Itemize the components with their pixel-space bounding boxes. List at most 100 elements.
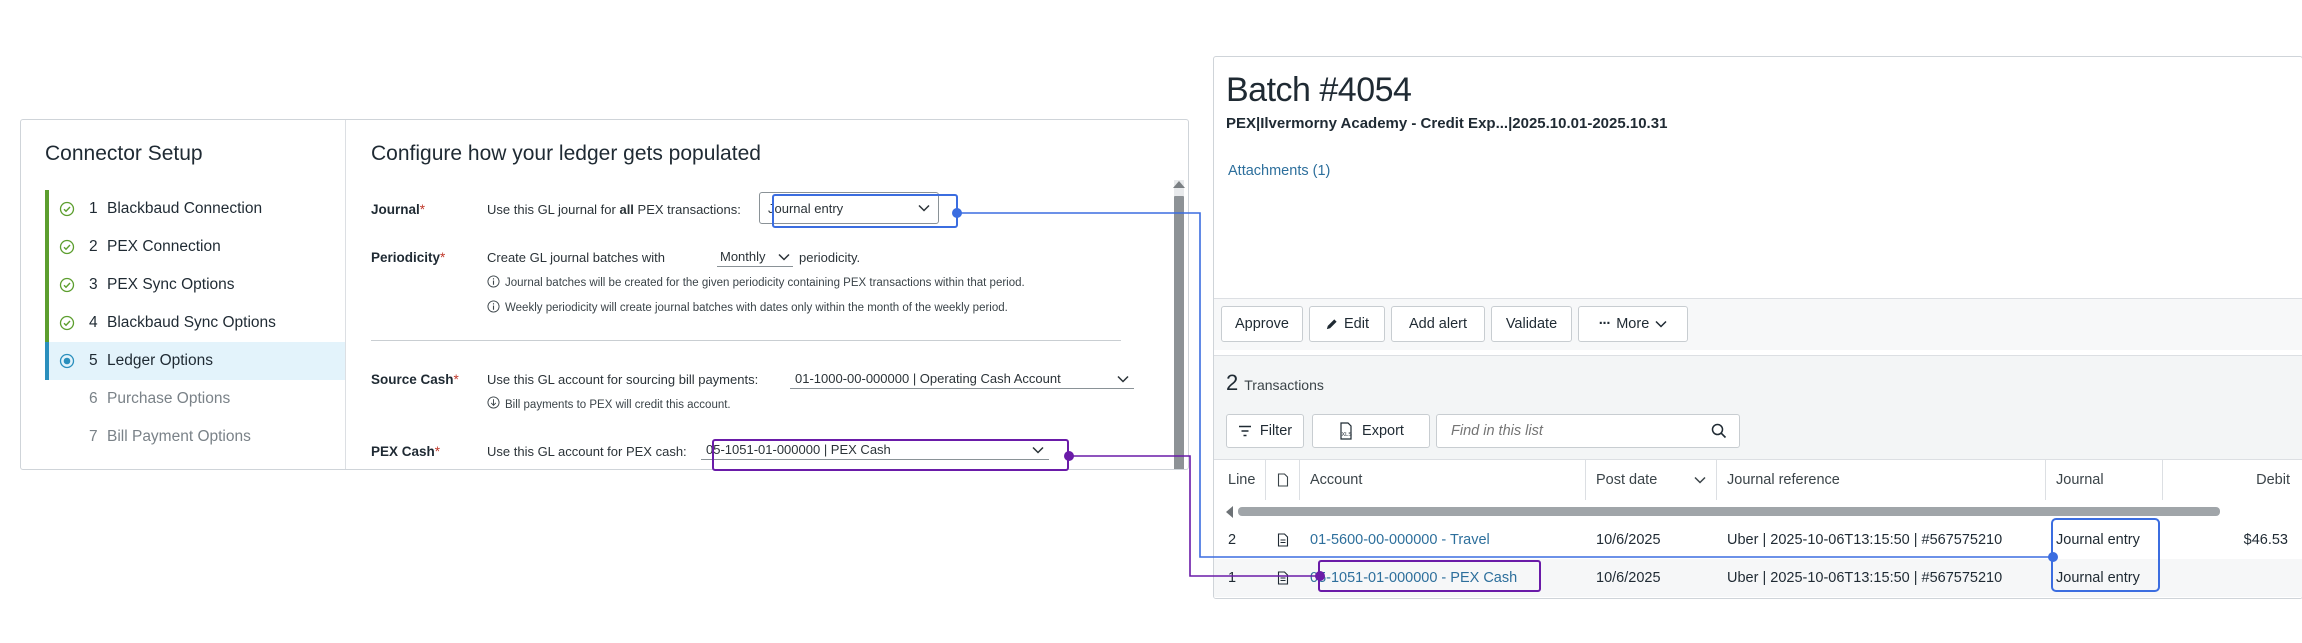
check-circle-icon bbox=[59, 315, 75, 331]
source-cash-label: Source Cash* bbox=[371, 372, 459, 387]
pencil-icon bbox=[1326, 318, 1337, 329]
step-number: 7 bbox=[89, 428, 98, 445]
validate-button[interactable]: Validate bbox=[1491, 306, 1572, 342]
batch-toolbar: Approve Edit Add alert Validate ··· More bbox=[1214, 298, 2302, 350]
transactions-section: 2 Transactions Filter XLS Export Line Ac… bbox=[1214, 355, 2302, 598]
document-icon[interactable] bbox=[1277, 559, 1289, 597]
post-date-label: Post date bbox=[1596, 472, 1658, 488]
step-purchase-options[interactable]: 6 Purchase Options bbox=[45, 380, 345, 418]
info-icon bbox=[487, 300, 500, 313]
sidebar-title: Connector Setup bbox=[45, 142, 203, 165]
periodicity-select[interactable]: Monthly bbox=[717, 247, 793, 267]
approve-button[interactable]: Approve bbox=[1221, 306, 1303, 342]
col-header-account[interactable]: Account bbox=[1300, 460, 1586, 500]
periodicity-note-1: Journal batches will be created for the … bbox=[505, 277, 1025, 289]
export-button-label: Export bbox=[1362, 423, 1404, 439]
more-button-label: More bbox=[1616, 316, 1650, 332]
step-pex-sync-options[interactable]: 3 PEX Sync Options bbox=[45, 266, 345, 304]
transactions-header: 2 Transactions bbox=[1226, 370, 1324, 396]
step-pex-connection[interactable]: 2 PEX Connection bbox=[45, 228, 345, 266]
source-cash-note: Bill payments to PEX will credit this ac… bbox=[505, 399, 731, 411]
section-divider bbox=[371, 340, 1121, 341]
col-header-post-date[interactable]: Post date bbox=[1586, 460, 1717, 500]
cell-post-date: 10/6/2025 bbox=[1596, 532, 1661, 548]
radio-selected-icon bbox=[59, 353, 75, 369]
col-header-attachment[interactable] bbox=[1266, 460, 1300, 500]
ledger-options-form: Configure how your ledger gets populated… bbox=[347, 120, 1188, 469]
check-circle-icon bbox=[59, 201, 75, 217]
batch-title: Batch #4054 bbox=[1226, 71, 1412, 109]
step-blackbaud-sync-options[interactable]: 4 Blackbaud Sync Options bbox=[45, 304, 345, 342]
cell-journal: Journal entry bbox=[2056, 570, 2140, 586]
table-row[interactable]: 1 05-1051-01-000000 - PEX Cash 10/6/2025… bbox=[1214, 559, 2302, 597]
periodicity-label: Periodicity* bbox=[371, 250, 446, 265]
step-number: 1 bbox=[89, 200, 98, 217]
cell-journal-reference: Uber | 2025-10-06T13:15:50 | #567575210 bbox=[1727, 532, 2003, 548]
batch-subtitle: PEX|Ilvermorny Academy - Credit Exp...|2… bbox=[1226, 115, 1668, 132]
chevron-down-icon bbox=[1694, 476, 1706, 484]
cell-account-link[interactable]: 05-1051-01-000000 - PEX Cash bbox=[1310, 559, 1517, 597]
add-alert-button[interactable]: Add alert bbox=[1391, 306, 1485, 342]
ellipsis-icon: ··· bbox=[1598, 316, 1611, 332]
step-label: Blackbaud Connection bbox=[107, 200, 263, 217]
source-cash-select-value: 01-1000-00-000000 | Operating Cash Accou… bbox=[795, 371, 1061, 386]
table-row[interactable]: 2 01-5600-00-000000 - Travel 10/6/2025 U… bbox=[1214, 521, 2302, 559]
search-input[interactable] bbox=[1449, 422, 1689, 440]
step-number: 3 bbox=[89, 276, 98, 293]
cell-post-date: 10/6/2025 bbox=[1596, 570, 1661, 586]
filter-button[interactable]: Filter bbox=[1226, 414, 1304, 448]
export-button[interactable]: XLS Export bbox=[1312, 414, 1430, 448]
journal-label: Journal* bbox=[371, 202, 426, 217]
filter-button-label: Filter bbox=[1259, 423, 1293, 439]
transactions-count: 2 bbox=[1226, 370, 1239, 395]
pex-cash-label: PEX Cash* bbox=[371, 444, 441, 459]
form-scrollbar-thumb[interactable] bbox=[1174, 196, 1184, 469]
find-in-list-search[interactable] bbox=[1436, 414, 1740, 448]
edit-button[interactable]: Edit bbox=[1309, 306, 1385, 342]
batch-detail-panel: Batch #4054 PEX|Ilvermorny Academy - Cre… bbox=[1213, 56, 2302, 599]
chevron-down-icon bbox=[918, 204, 930, 212]
step-label: Ledger Options bbox=[107, 352, 213, 369]
journal-select-value: Journal entry bbox=[768, 200, 844, 216]
step-label: Purchase Options bbox=[107, 390, 231, 407]
attachments-link[interactable]: Attachments (1) bbox=[1228, 163, 1330, 179]
transactions-label: Transactions bbox=[1244, 377, 1324, 393]
pex-cash-description: Use this GL account for PEX cash: bbox=[487, 444, 687, 459]
periodicity-note-2: Weekly periodicity will create journal b… bbox=[505, 302, 1008, 314]
col-header-debit[interactable]: Debit bbox=[2163, 460, 2302, 500]
search-icon[interactable] bbox=[1711, 423, 1727, 439]
connector-setup-panel: Connector Setup 1 Blackbaud Connection 2… bbox=[20, 119, 1189, 470]
chevron-down-icon bbox=[1655, 320, 1667, 328]
setup-sidebar: Connector Setup 1 Blackbaud Connection 2… bbox=[21, 120, 346, 469]
document-icon[interactable] bbox=[1277, 521, 1289, 559]
cell-line: 1 bbox=[1228, 570, 1237, 586]
check-circle-icon bbox=[59, 239, 75, 255]
svg-text:XLS: XLS bbox=[1342, 432, 1353, 438]
step-number: 2 bbox=[89, 238, 98, 255]
download-circle-icon bbox=[487, 396, 500, 409]
periodicity-description: Create GL journal batches with bbox=[487, 250, 666, 265]
journal-select[interactable]: Journal entry bbox=[759, 192, 939, 224]
step-bill-payment-options[interactable]: 7 Bill Payment Options bbox=[45, 418, 345, 456]
col-header-journal[interactable]: Journal bbox=[2046, 460, 2163, 500]
col-header-line[interactable]: Line bbox=[1214, 460, 1266, 500]
pex-cash-select[interactable]: 05-1051-01-000000 | PEX Cash bbox=[701, 440, 1049, 460]
edit-button-label: Edit bbox=[1344, 316, 1369, 332]
scroll-left-arrow-icon[interactable] bbox=[1226, 506, 1233, 518]
more-button[interactable]: ··· More bbox=[1578, 306, 1688, 342]
step-label: Blackbaud Sync Options bbox=[107, 314, 276, 331]
transactions-table: Line Account Post date Journal reference… bbox=[1214, 459, 2302, 598]
document-icon bbox=[1277, 473, 1288, 487]
step-number: 6 bbox=[89, 390, 98, 407]
step-ledger-options[interactable]: 5 Ledger Options bbox=[45, 342, 345, 380]
cell-account-link[interactable]: 01-5600-00-000000 - Travel bbox=[1310, 521, 1490, 559]
scroll-up-arrow-icon[interactable] bbox=[1173, 181, 1185, 188]
scrollbar-thumb[interactable] bbox=[1238, 507, 2220, 516]
col-header-journal-reference[interactable]: Journal reference bbox=[1717, 460, 2046, 500]
step-blackbaud-connection[interactable]: 1 Blackbaud Connection bbox=[45, 190, 345, 228]
source-cash-select[interactable]: 01-1000-00-000000 | Operating Cash Accou… bbox=[790, 369, 1134, 389]
filter-icon bbox=[1238, 425, 1251, 437]
info-icon bbox=[487, 275, 500, 288]
table-horizontal-scrollbar[interactable] bbox=[1226, 505, 2300, 519]
chevron-down-icon bbox=[1032, 446, 1044, 454]
